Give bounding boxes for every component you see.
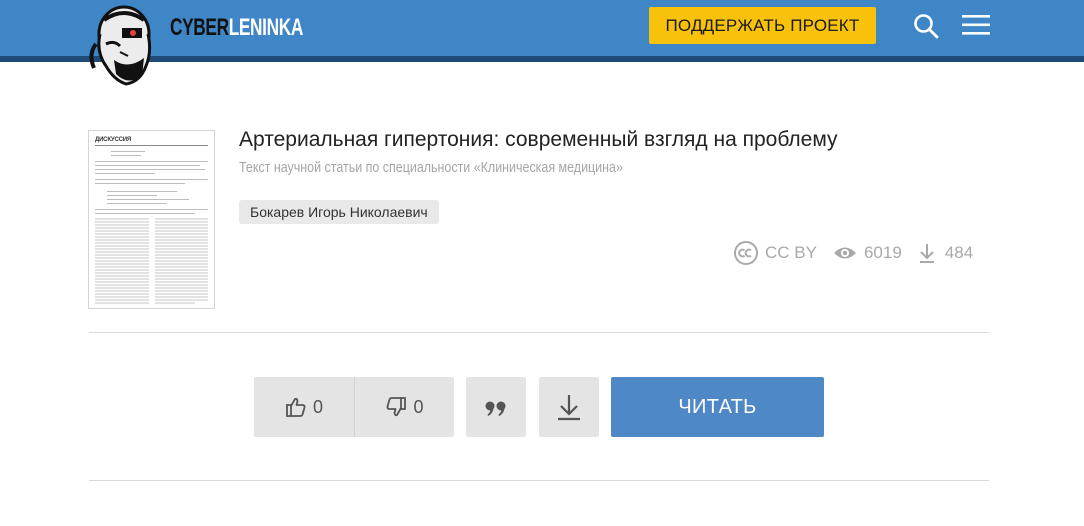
dislike-count: 0 <box>413 396 424 417</box>
like-count: 0 <box>312 396 323 417</box>
like-button[interactable]: 0 <box>254 377 354 437</box>
logo-part-cyber: CYBER <box>170 14 229 41</box>
downloads-count: 484 <box>918 242 973 264</box>
search-icon[interactable] <box>912 12 940 40</box>
author-tag[interactable]: Бокарев Игорь Николаевич <box>239 200 439 224</box>
article-title[interactable]: Артериальная гипертония: современный взг… <box>239 128 838 152</box>
eye-icon <box>833 247 856 259</box>
support-project-button[interactable]: ПОДДЕРЖАТЬ ПРОЕКТ <box>649 7 876 44</box>
header-stripe <box>0 56 1084 62</box>
article-subtitle: Текст научной статьи по специальности «К… <box>239 160 623 176</box>
logo-lenin-face-icon[interactable] <box>84 4 160 88</box>
quote-button[interactable] <box>466 377 526 437</box>
divider-bottom <box>89 480 989 481</box>
thumbs-up-icon <box>286 397 306 417</box>
views-value: 6019 <box>863 243 902 262</box>
download-small-icon <box>919 244 934 263</box>
license-info[interactable]: CC BY <box>733 240 817 266</box>
quote-icon <box>485 401 506 416</box>
download-button[interactable] <box>539 377 599 437</box>
article-stats: CC BY 6019 484 <box>733 240 973 266</box>
thumbnail-heading: ДИСКУССИЯ <box>95 137 131 143</box>
license-label: CC BY <box>765 243 817 262</box>
read-button[interactable]: ЧИТАТЬ <box>611 377 824 437</box>
article-thumbnail[interactable]: ДИСКУССИЯ <box>88 130 215 309</box>
dislike-button[interactable]: 0 <box>355 377 454 437</box>
logo-part-leninka: LENINKA <box>228 14 304 41</box>
download-icon <box>558 395 580 421</box>
views-count: 6019 <box>833 243 902 263</box>
downloads-value: 484 <box>944 243 974 262</box>
hamburger-menu-icon[interactable] <box>962 13 990 37</box>
thumbnail-body-text <box>95 218 208 304</box>
creative-commons-icon <box>734 241 758 265</box>
divider-top <box>89 332 989 333</box>
thumbs-down-icon <box>386 397 407 417</box>
logo-wordmark[interactable]: CYBERLENINKA <box>170 14 303 42</box>
